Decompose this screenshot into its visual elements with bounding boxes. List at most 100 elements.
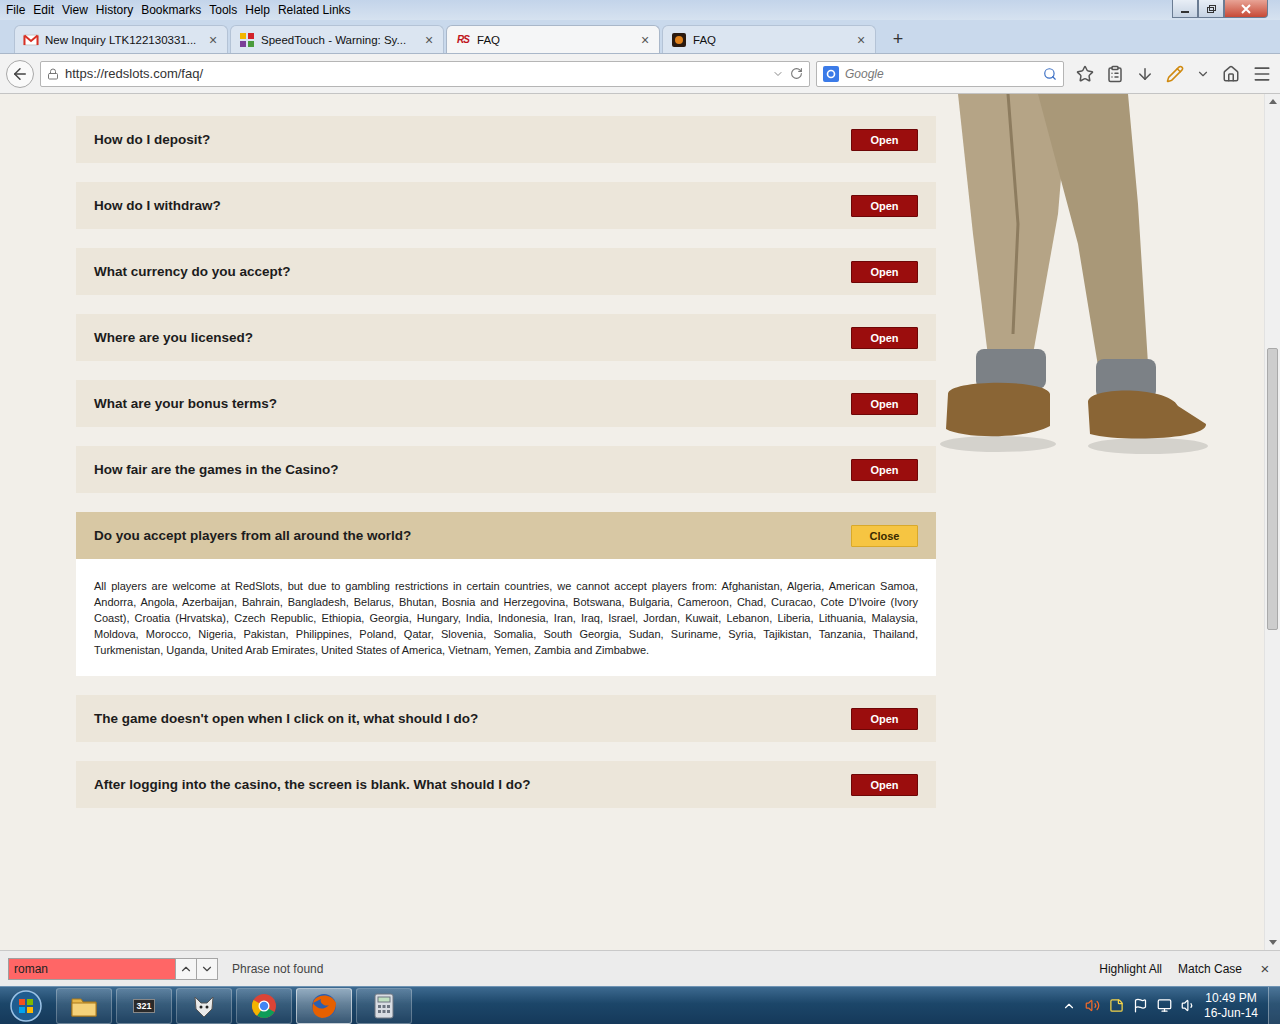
show-hidden-icons-icon[interactable] <box>1062 999 1076 1013</box>
find-next-button[interactable] <box>196 958 218 980</box>
action-center-icon[interactable] <box>1133 998 1148 1013</box>
tab-close-button[interactable]: × <box>639 32 651 48</box>
faq-header[interactable]: How do I deposit?Open <box>76 116 936 163</box>
faq-header[interactable]: Where are you licensed?Open <box>76 314 936 361</box>
history-dropdown-icon[interactable] <box>772 68 784 80</box>
new-tab-button[interactable]: + <box>884 25 912 53</box>
faq-header[interactable]: What currency do you accept?Open <box>76 248 936 295</box>
tab-label: FAQ <box>693 34 849 46</box>
reload-icon[interactable] <box>790 67 803 80</box>
search-engine-icon[interactable] <box>823 66 839 82</box>
pencil-icon[interactable] <box>1166 65 1184 83</box>
find-option[interactable]: Highlight All <box>1099 962 1162 976</box>
faq-toggle-button[interactable]: Open <box>851 459 918 481</box>
faq-toggle-button[interactable]: Open <box>851 261 918 283</box>
faq-header[interactable]: After logging into the casino, the scree… <box>76 761 936 808</box>
menu-item[interactable]: File <box>2 1 29 19</box>
sticky-note-icon[interactable] <box>1109 998 1124 1013</box>
start-button[interactable] <box>6 988 46 1024</box>
search-icon[interactable] <box>1043 67 1057 81</box>
scroll-thumb[interactable] <box>1267 348 1278 630</box>
taskbar-app[interactable]: 321 <box>116 988 172 1024</box>
home-icon[interactable] <box>1222 65 1240 83</box>
network-icon[interactable] <box>1157 998 1172 1013</box>
dropdown-icon[interactable] <box>1196 67 1210 81</box>
browser-tab[interactable]: SpeedTouch - Warning: Sy... × <box>230 25 444 53</box>
scrollbar[interactable] <box>1264 94 1280 950</box>
system-tray <box>1062 998 1196 1013</box>
tab-label: SpeedTouch - Warning: Sy... <box>261 34 417 46</box>
tab-label: New Inquiry LTK122130331... <box>45 34 201 46</box>
taskbar: 321 10:49 PM16-Jun-14 <box>0 986 1280 1024</box>
firefox-icon <box>309 991 339 1021</box>
explorer-icon <box>69 991 99 1021</box>
browser-tab[interactable]: New Inquiry LTK122130331... × <box>14 25 228 53</box>
speaker-icon[interactable] <box>1085 998 1100 1013</box>
scroll-track[interactable] <box>1265 108 1280 936</box>
taskbar-app[interactable] <box>296 988 352 1024</box>
scroll-up-icon <box>1269 98 1277 104</box>
faq-header[interactable]: The game doesn't open when I click on it… <box>76 695 936 742</box>
maximize-button[interactable] <box>1198 0 1224 18</box>
faq-item: How fair are the games in the Casino?Ope… <box>76 446 936 493</box>
faq-question: The game doesn't open when I click on it… <box>94 711 478 726</box>
clock[interactable]: 10:49 PM16-Jun-14 <box>1204 991 1258 1021</box>
faq-toggle-button[interactable]: Open <box>851 327 918 349</box>
scroll-down-button[interactable] <box>1265 936 1280 950</box>
taskbar-app[interactable] <box>236 988 292 1024</box>
faq-toggle-button[interactable]: Open <box>851 708 918 730</box>
page-content: How do I deposit?Open How do I withdraw?O… <box>0 94 1280 950</box>
gmail-favicon-icon <box>23 32 39 48</box>
volume-icon[interactable] <box>1181 998 1196 1013</box>
taskbar-app[interactable] <box>356 988 412 1024</box>
navigation-bar: https://redslots.com/faq/Google <box>0 54 1280 94</box>
taskbar-app[interactable] <box>176 988 232 1024</box>
game-favicon-icon <box>671 32 687 48</box>
tab-close-button[interactable]: × <box>855 32 867 48</box>
scroll-up-button[interactable] <box>1265 94 1280 108</box>
faq-header[interactable]: What are your bonus terms?Open <box>76 380 936 427</box>
faq-toggle-button[interactable]: Close <box>851 525 918 547</box>
find-options: Highlight All Match Case × <box>1099 960 1272 977</box>
menu-item[interactable]: View <box>58 1 92 19</box>
menu-item[interactable]: Edit <box>29 1 58 19</box>
menu-icon[interactable] <box>1252 64 1272 84</box>
tab-label: FAQ <box>477 34 633 46</box>
menu-item[interactable]: Tools <box>205 1 241 19</box>
browser-tab[interactable]: RSFAQ× <box>446 25 660 53</box>
faq-toggle-button[interactable]: Open <box>851 195 918 217</box>
window-controls <box>1172 0 1268 18</box>
faq-toggle-button[interactable]: Open <box>851 393 918 415</box>
back-button[interactable] <box>6 60 34 88</box>
game-icon <box>671 32 687 48</box>
faq-toggle-button[interactable]: Open <box>851 774 918 796</box>
faq-header[interactable]: How do I withdraw?Open <box>76 182 936 229</box>
browser-tab[interactable]: FAQ × <box>662 25 876 53</box>
address-field[interactable]: https://redslots.com/faq/ <box>40 61 810 87</box>
show-desktop-button[interactable] <box>1268 987 1280 1024</box>
menu-bar: FileEditViewHistoryBookmarksToolsHelpRel… <box>0 0 1280 20</box>
find-previous-button[interactable] <box>175 958 197 980</box>
minimize-button[interactable] <box>1172 0 1198 18</box>
close-window-button[interactable] <box>1224 0 1268 18</box>
find-option[interactable]: Match Case <box>1178 962 1242 976</box>
star-icon[interactable] <box>1076 65 1094 83</box>
faq-header[interactable]: How fair are the games in the Casino?Ope… <box>76 446 936 493</box>
find-close-button[interactable]: × <box>1258 960 1272 977</box>
tab-close-button[interactable]: × <box>423 32 435 48</box>
reading-list-icon[interactable] <box>1106 65 1124 83</box>
taskbar-app[interactable] <box>56 988 112 1024</box>
menu-item[interactable]: Related Links <box>274 1 355 19</box>
menu-item[interactable]: Help <box>241 1 274 19</box>
find-input[interactable]: roman <box>8 958 176 980</box>
faq-header[interactable]: Do you accept players from all around th… <box>76 512 936 559</box>
close-icon <box>1241 4 1251 14</box>
faq-toggle-button[interactable]: Open <box>851 129 918 151</box>
tab-close-button[interactable]: × <box>207 32 219 48</box>
menu-item[interactable]: History <box>92 1 137 19</box>
player-icon: 321 <box>133 999 154 1013</box>
search-field[interactable]: Google <box>816 61 1064 87</box>
engine-logo-icon <box>826 69 836 79</box>
download-icon[interactable] <box>1136 65 1154 83</box>
menu-item[interactable]: Bookmarks <box>137 1 205 19</box>
